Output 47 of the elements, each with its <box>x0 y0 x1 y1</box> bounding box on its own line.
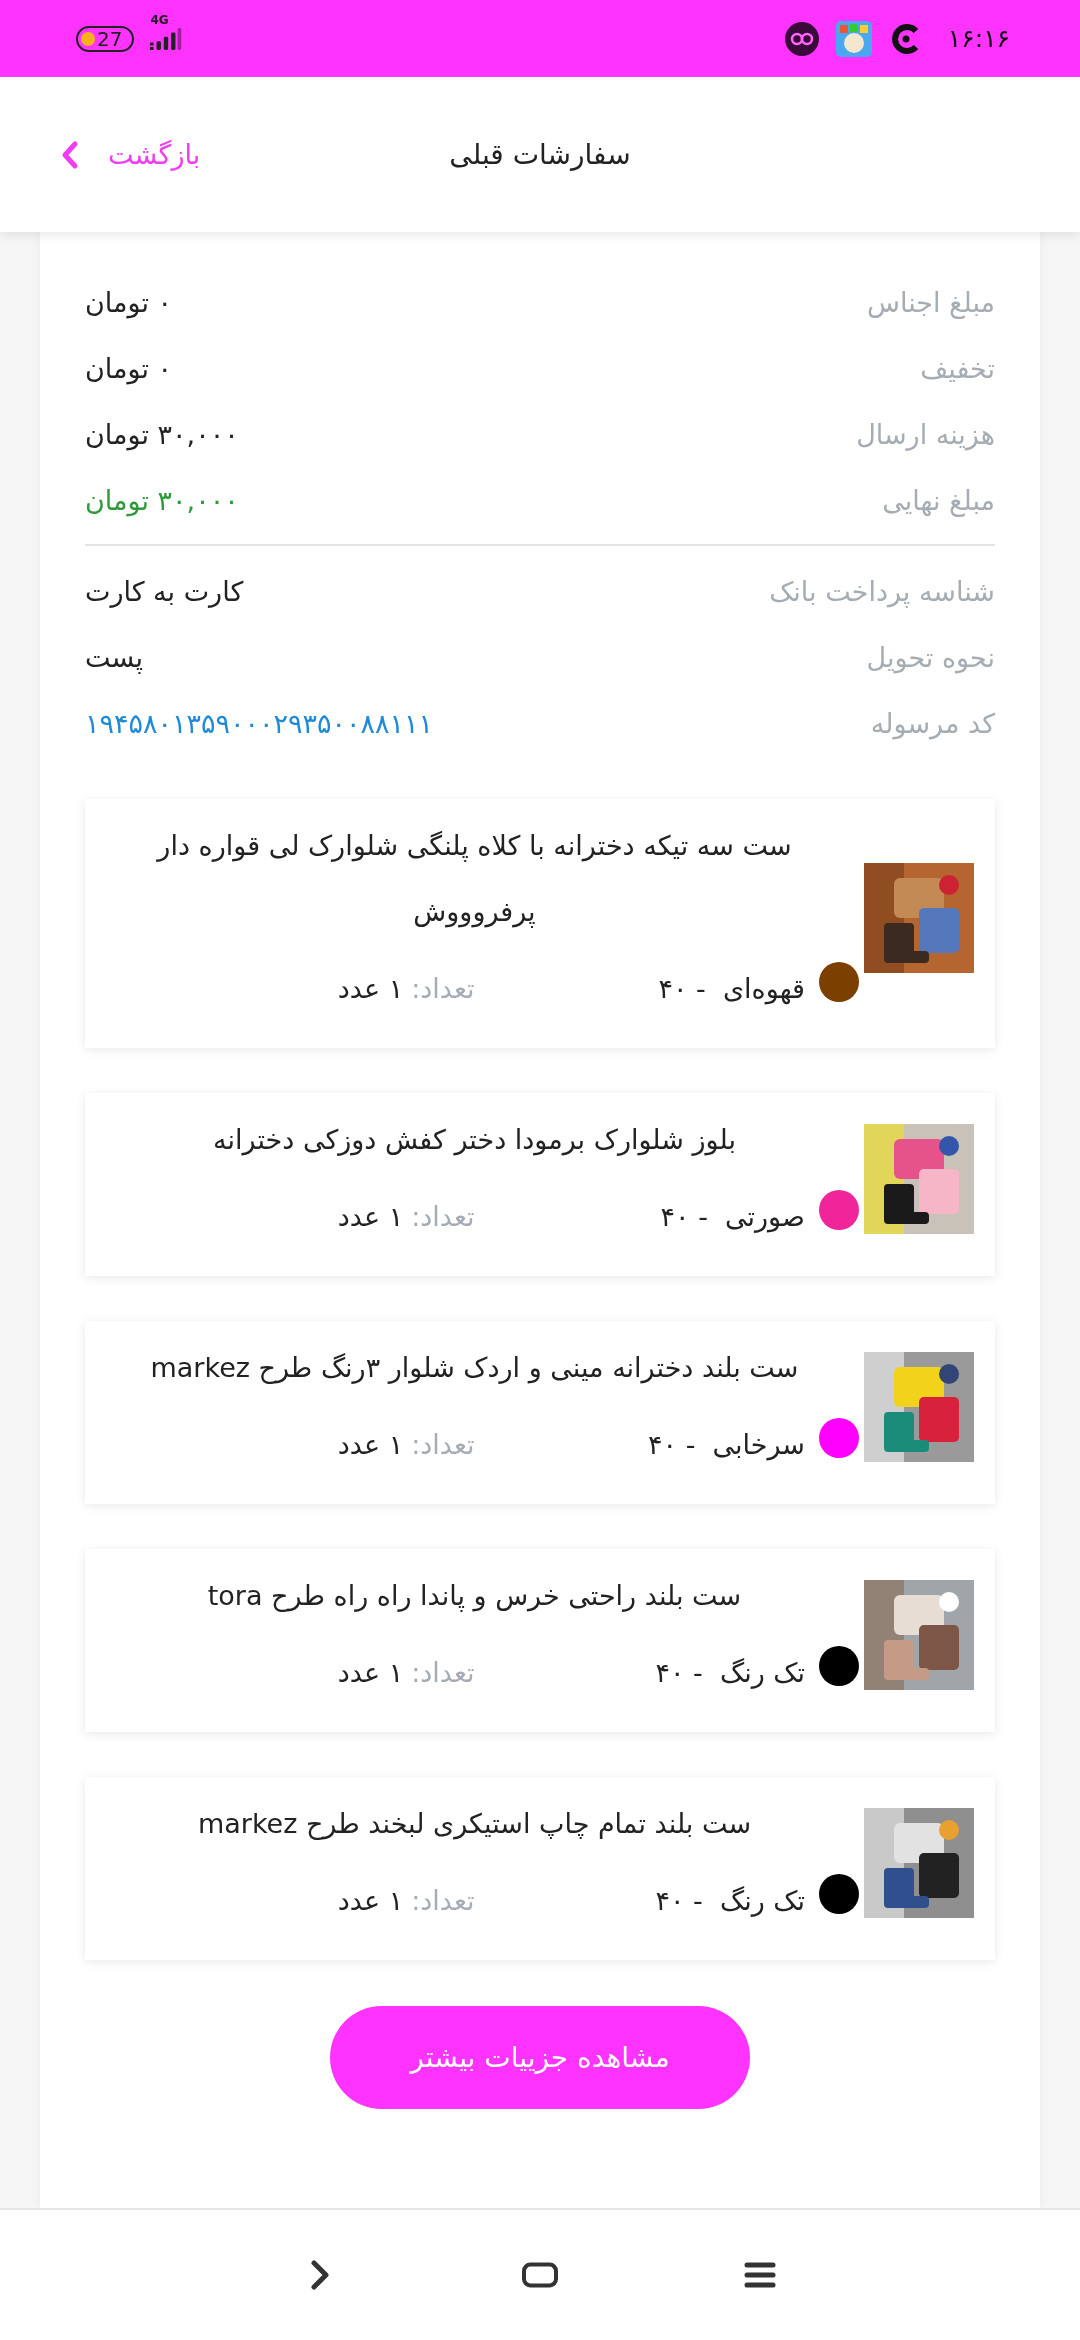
clock: ۱۶:۱۶ <box>947 24 1010 53</box>
variant-text: تک رنگ - ۴۰ <box>655 1656 805 1688</box>
tracking-code: ۱۹۴۵۸۰۱۳۵۹۰۰۰۲۹۳۵۰۰۸۸۱۱۱ <box>85 707 434 739</box>
variant-text: قهوه‌ای - ۴۰ <box>658 972 805 1004</box>
quantity-value: ۱ عدد <box>337 1200 404 1232</box>
network-type: 4G <box>150 12 169 27</box>
page-title: سفارشات قبلی <box>449 138 631 171</box>
app-icon <box>783 20 820 57</box>
quantity-label: تعداد: <box>411 1656 475 1688</box>
quantity-value: ۱ عدد <box>337 972 404 1004</box>
variant-text: سرخابی - ۴۰ <box>648 1428 805 1460</box>
quantity-label: تعداد: <box>411 1428 475 1460</box>
product-card[interactable]: ست سه تیکه دخترانه با کلاه پلنگی شلوارک لی قواره دار پرفروووش قهوه‌ای - ۴۰ تعداد: ۱ عدد <box>85 799 995 1048</box>
product-card[interactable]: ست بلند راحتی خرس و پاندا راه راه طرح tora تک رنگ - ۴۰ تعداد: ۱ عدد <box>85 1549 995 1732</box>
quantity-label: تعداد: <box>411 1884 475 1916</box>
field-value: ۰ تومان <box>85 286 173 318</box>
field-value: پست <box>85 641 144 673</box>
quantity-label: تعداد: <box>411 1200 475 1232</box>
field-label: نحوه تحویل <box>866 641 995 673</box>
variant-text: صورتی - ۴۰ <box>660 1200 805 1232</box>
product-title: ست سه تیکه دخترانه با کلاه پلنگی شلوارک لی قواره دار پرفروووش <box>155 829 793 930</box>
product-card[interactable]: ست بلند تمام چاپ استیکری لبخند طرح markez تک رنگ - ۴۰ تعداد: ۱ عدد <box>85 1777 995 1960</box>
field-value: ۳۰,۰۰۰ تومان <box>85 484 239 516</box>
variant-text: تک رنگ - ۴۰ <box>655 1884 805 1916</box>
field-value: ۳۰,۰۰۰ تومان <box>85 418 239 450</box>
quantity-label: تعداد: <box>411 972 475 1004</box>
field-label: مبلغ نهایی <box>882 484 995 516</box>
chevron-left-icon <box>60 139 80 170</box>
field-label: شناسه پرداخت بانک <box>769 575 995 607</box>
product-title: ست بلند تمام چاپ استیکری لبخند طرح markez <box>196 1807 753 1842</box>
quantity-value: ۱ عدد <box>337 1428 404 1460</box>
product-card[interactable]: ست بلند دخترانه مینی و اردک شلوار ۳رنگ طرح markez سرخابی - ۴۰ تعداد: ۱ عدد <box>85 1321 995 1504</box>
signal-icon <box>150 26 183 51</box>
quantity-value: ۱ عدد <box>337 1656 404 1688</box>
product-title: ست بلند راحتی خرس و پاندا راه راه طرح tora <box>206 1579 743 1614</box>
product-title: ست بلند دخترانه مینی و اردک شلوار ۳رنگ طرح markez <box>149 1351 800 1386</box>
battery-indicator: 27 <box>76 25 135 52</box>
product-card[interactable]: بلوز شلوارک برمودا دختر کفش دوزکی دخترانه صورتی - ۴۰ تعداد: ۱ عدد <box>85 1093 995 1276</box>
product-title: بلوز شلوارک برمودا دختر کفش دوزکی دخترانه <box>212 1123 737 1158</box>
quantity-value: ۱ عدد <box>337 1884 404 1916</box>
field-label: مبلغ اجناس <box>866 286 995 318</box>
field-label: هزینه ارسال <box>856 418 995 450</box>
field-value: ۰ تومان <box>85 352 173 384</box>
field-value: کارت به کارت <box>85 575 244 607</box>
field-label: تخفیف <box>920 352 995 384</box>
app-icon <box>835 20 872 57</box>
field-label: کد مرسوله <box>870 707 995 739</box>
